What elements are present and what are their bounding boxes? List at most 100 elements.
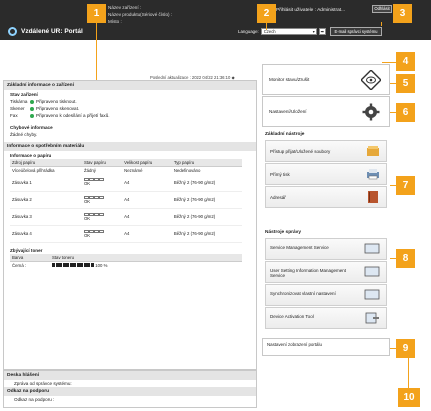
toner-table: Barva Stav toneru Černá : 100 % xyxy=(10,253,242,269)
callout-line xyxy=(382,62,396,63)
language-row: Language: Czech ▾ ➡ xyxy=(238,28,326,35)
table-header-row: Barva Stav toneru xyxy=(10,253,242,262)
paper-state: Žádný xyxy=(83,168,96,173)
callout-badge: 9 xyxy=(396,339,415,358)
status-monitor-button[interactable]: Monitor stavu/Zrušit xyxy=(262,64,390,95)
paper-source: Zásuvka 3 xyxy=(10,208,82,226)
portal-title-text: Vzdálené UR: Portál xyxy=(21,27,83,35)
paper-size: A4 xyxy=(122,174,172,192)
paper-size: Neznámé xyxy=(124,168,143,173)
status-ok-icon xyxy=(30,106,34,111)
status-value: Připraveno k odesílání a příjetí faxů. xyxy=(36,113,110,118)
column-header: Zdroj papíru xyxy=(10,159,82,167)
chevron-down-icon: ▾ xyxy=(312,29,315,34)
gear-icon xyxy=(362,103,380,121)
callout-badge: 7 xyxy=(396,176,415,195)
status-row-scanner: Skener Připraveno skenovat. xyxy=(4,105,256,112)
callout-badge: 2 xyxy=(257,4,276,23)
support-link-heading: Odkaz na podporu xyxy=(4,387,256,396)
settings-button[interactable]: Nastavení/Uložení xyxy=(262,96,390,127)
callout-badge: 4 xyxy=(396,52,415,71)
table-row: Zásuvka 1 OK A4 Běžný 2 (76-90 g/m2) xyxy=(10,174,242,192)
status-ok-icon xyxy=(30,113,34,118)
paper-state-cell: OK xyxy=(81,225,123,243)
tool-address-book[interactable]: Adresář xyxy=(265,186,387,208)
tool-direct-print[interactable]: Přímý tisk xyxy=(265,163,387,185)
tool-device-activation[interactable]: Device Activation Tool xyxy=(265,307,387,329)
device-info-lines: Název zařízení : Název produktu(Sériové … xyxy=(108,4,172,25)
tool-received-files[interactable]: Přístup přijat/Uložené soubory xyxy=(265,140,387,162)
table-row: Zásuvka 3 OK A4 Běžný 2 (76-90 g/m2) xyxy=(10,208,242,226)
support-link-text[interactable]: Odkaz na podporu : xyxy=(4,396,256,403)
address-book-icon xyxy=(368,191,378,203)
status-label: Tiskárna xyxy=(10,99,28,104)
printer-icon xyxy=(367,169,379,180)
paper-type: Běžný 2 (76-90 g/m2) xyxy=(171,208,242,226)
paper-type: Běžný 2 (76-90 g/m2) xyxy=(171,191,242,209)
paper-table: Zdroj papíru Stav papíru Velikost papíru… xyxy=(10,159,242,243)
tool-label: User Setting Information Management Serv… xyxy=(270,268,347,278)
column-header: Stav papíru xyxy=(81,159,123,167)
callout-badge: 5 xyxy=(396,74,415,93)
main-panel: Základní informace o zařízení Stav zaříz… xyxy=(3,80,257,370)
portal-display-settings[interactable]: Nastavení zobrazení portálu xyxy=(262,338,390,356)
status-row-printer: Tiskárna Připraveno tisknout. xyxy=(4,98,256,105)
portal-title: Vzdálené UR: Portál xyxy=(8,24,83,38)
toner-segment xyxy=(90,262,94,267)
table-row: Zásuvka 2 OK A4 Běžný 2 (76-90 g/m2) xyxy=(10,191,242,209)
callout-line xyxy=(381,22,382,26)
monitor-icon xyxy=(364,243,380,254)
paper-type: Běžný 2 (76-90 g/m2) xyxy=(171,174,242,192)
tool-user-setting-info[interactable]: User Setting Information Management Serv… xyxy=(265,261,387,283)
management-tools-heading: Nástroje správy xyxy=(265,230,301,235)
login-user: Přihlásit uživatele : Administrat... xyxy=(276,8,345,13)
message-board-text: Zpráva od správce systému: xyxy=(14,381,72,386)
paper-source: Zásuvka 2 xyxy=(10,191,82,209)
logout-button[interactable]: Odhlásit xyxy=(372,5,392,13)
paper-source: Zásuvka 1 xyxy=(10,174,82,192)
message-panel: Deska hlášení Zpráva od správce systému:… xyxy=(3,370,257,408)
callout-line xyxy=(266,22,267,30)
tool-label: Přímý tisk xyxy=(270,172,290,177)
toner-heading: Zbývající toner xyxy=(10,247,43,253)
paper-size: A4 xyxy=(122,191,172,209)
tool-service-management[interactable]: Service Management Service xyxy=(265,238,387,260)
callout-badge: 8 xyxy=(396,249,415,268)
status-monitor-icon xyxy=(361,70,381,90)
monitor-icon xyxy=(364,289,380,300)
language-apply-button[interactable]: ➡ xyxy=(318,28,326,35)
paper-info-heading: Informace o papíru xyxy=(10,153,52,158)
paper-state-cell: OK xyxy=(81,208,123,226)
management-tools-panel: Nástroje správy Service Management Servi… xyxy=(262,226,390,334)
paper-state-cell: OK xyxy=(81,174,123,192)
language-label: Language: xyxy=(238,29,259,34)
paper-state-cell: OK xyxy=(81,191,123,209)
message-board-heading: Deska hlášení xyxy=(4,371,256,380)
table-header-row: Zdroj papíru Stav papíru Velikost papíru… xyxy=(10,159,242,167)
tool-label: Device Activation Tool xyxy=(270,314,314,319)
tool-label: Service Management Service xyxy=(270,245,329,250)
status-ok-icon xyxy=(30,99,34,104)
table-row: Víceúčelová přihrádka Žádný Neznámé Nede… xyxy=(10,167,242,175)
column-header: Barva xyxy=(10,253,50,262)
callout-badge: 6 xyxy=(396,103,415,122)
callout-badge: 1 xyxy=(87,4,106,23)
status-monitor-label: Monitor stavu/Zrušit xyxy=(269,77,310,82)
tool-sync-settings[interactable]: Synchronizovat vlastní nastavení xyxy=(265,284,387,306)
basic-tools-heading: Základní nástroje xyxy=(265,132,305,137)
error-info-heading: Chybové informace xyxy=(10,125,53,130)
language-select[interactable]: Czech ▾ xyxy=(260,28,317,35)
email-admin-button[interactable]: E-mail správci systému xyxy=(330,27,382,36)
table-row: Zásuvka 4 OK A4 Běžný 2 (76-90 g/m2) xyxy=(10,225,242,243)
login-user-label: Přihlásit uživatele : xyxy=(276,8,316,13)
paper-state: OK xyxy=(83,181,91,187)
login-user-name: Administrat... xyxy=(317,8,346,13)
activation-tool-icon xyxy=(365,312,379,324)
callout-line xyxy=(408,358,409,388)
column-header: Stav toneru xyxy=(50,253,242,262)
basic-tools-panel: Základní nástroje Přístup přijat/Uložené… xyxy=(262,128,390,226)
product-name-label: Název produktu(Sériové číslo) : xyxy=(108,12,173,17)
toner-level-text: 100 % xyxy=(95,262,108,268)
error-info-text: Žádné chyby. xyxy=(10,132,38,137)
tool-label: Adresář xyxy=(270,195,286,200)
